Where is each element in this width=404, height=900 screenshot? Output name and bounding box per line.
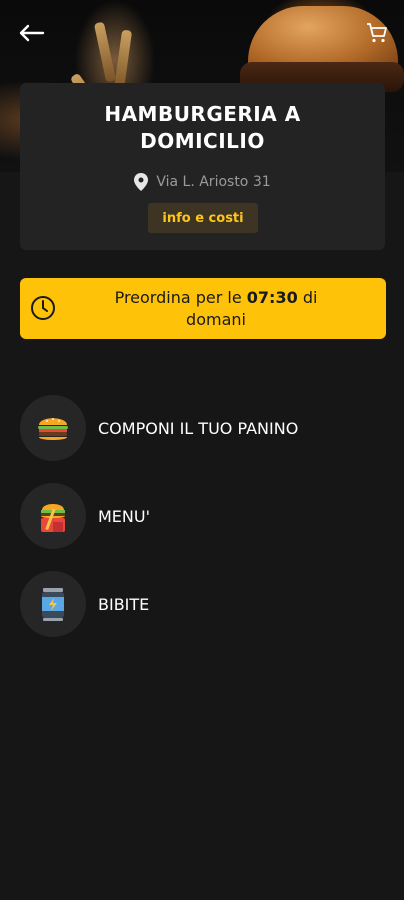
category-item-componi[interactable]: COMPONI IL TUO PANINO — [20, 395, 380, 461]
shop-address: Via L. Ariosto 31 — [156, 174, 271, 190]
drink-can-icon — [42, 588, 64, 621]
preorder-time: 07:30 — [246, 288, 298, 307]
burger-menu-icon — [41, 504, 65, 532]
burger-icon — [38, 418, 68, 440]
category-label: COMPONI IL TUO PANINO — [98, 418, 299, 438]
fry-image — [113, 29, 133, 91]
cart-button[interactable] — [360, 16, 394, 50]
shop-info-card: HAMBURGERIA A DOMICILIO Via L. Ariosto 3… — [20, 83, 385, 250]
clock-icon — [31, 296, 55, 320]
category-icon-circle — [20, 395, 86, 461]
category-label: MENU' — [98, 506, 150, 526]
shop-name-line2: DOMICILIO — [140, 129, 265, 153]
info-costs-button[interactable]: info e costi — [148, 203, 258, 233]
preorder-text: Preordina per le 07:30 di domani — [66, 287, 366, 331]
category-item-menu[interactable]: MENU' — [20, 483, 380, 549]
shop-name: HAMBURGERIA A DOMICILIO — [20, 101, 385, 155]
preorder-prefix: Preordina per le — [114, 288, 242, 307]
cart-icon — [367, 23, 387, 43]
back-button[interactable] — [14, 16, 48, 50]
preorder-day: domani — [186, 310, 246, 329]
preorder-banner[interactable]: Preordina per le 07:30 di domani — [20, 278, 386, 339]
shop-name-line1: HAMBURGERIA A — [104, 102, 301, 126]
category-icon-circle — [20, 571, 86, 637]
address-row: Via L. Ariosto 31 — [20, 173, 385, 191]
category-icon-circle — [20, 483, 86, 549]
location-pin-icon — [134, 173, 149, 191]
fry-image — [93, 21, 117, 83]
arrow-left-icon — [19, 24, 45, 42]
preorder-suffix: di — [302, 288, 318, 307]
category-item-bibite[interactable]: BIBITE — [20, 571, 380, 637]
category-label: BIBITE — [98, 594, 150, 614]
